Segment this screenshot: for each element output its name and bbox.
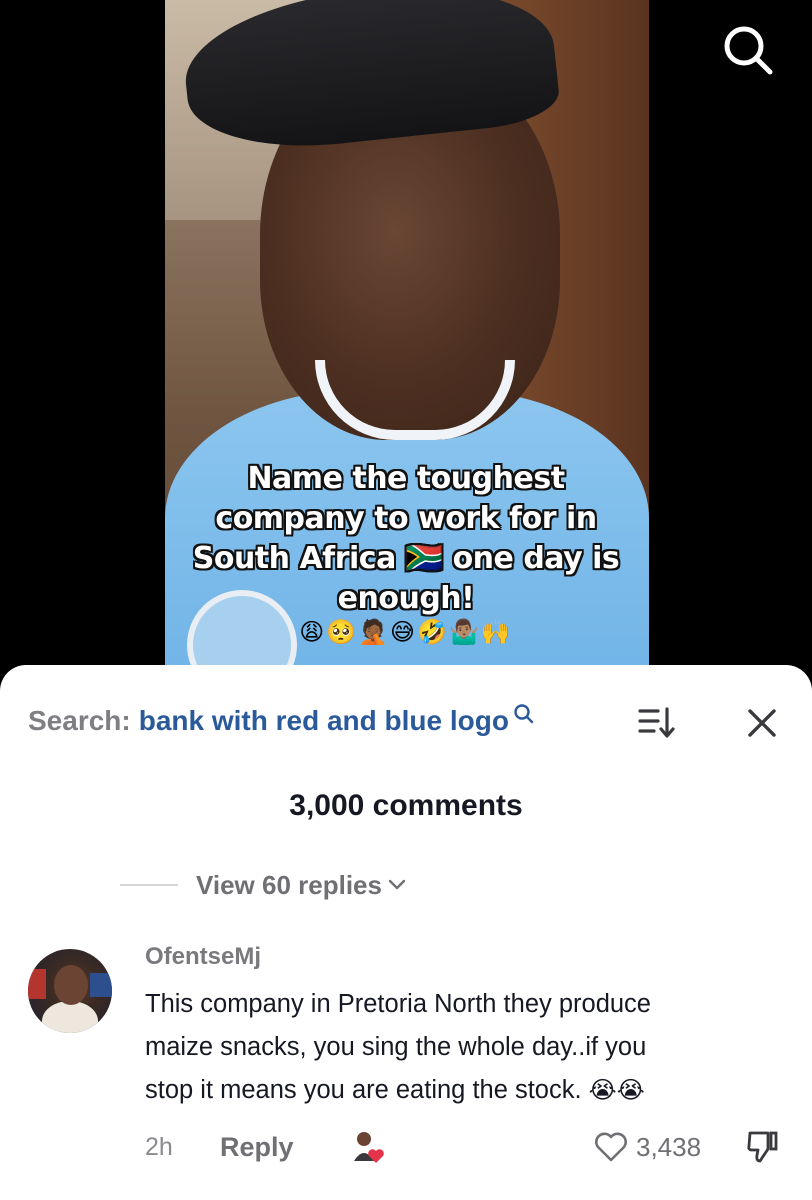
comment-line-3-wrap: stop it means you are eating the stock. … — [145, 1069, 755, 1112]
app-screen: Name the toughest company to work for in… — [0, 0, 812, 1200]
search-query-link[interactable]: bank with red and blue logo — [139, 705, 509, 737]
comment-username[interactable]: OfentseMj — [145, 943, 261, 971]
video-caption-line-1: Name the toughest — [247, 461, 565, 496]
replies-divider — [120, 884, 178, 886]
comment-timestamp: 2h — [145, 1132, 173, 1161]
search-icon[interactable] — [718, 20, 778, 80]
like-button[interactable]: 3,438 — [594, 1127, 701, 1167]
video-caption-line-4: enough! — [337, 581, 475, 616]
thumbs-down-icon[interactable] — [744, 1127, 780, 1167]
reply-button[interactable]: Reply — [220, 1127, 294, 1167]
sort-icon[interactable] — [636, 705, 676, 741]
creator-liked-icon — [354, 1132, 384, 1163]
comment-count: 3,000 comments — [289, 789, 523, 822]
avatar[interactable] — [28, 949, 112, 1033]
comment-body: This company in Pretoria North they prod… — [145, 983, 755, 1112]
view-replies-button[interactable]: View 60 replies — [120, 865, 406, 905]
comment-emojis: 😭😭 — [588, 1077, 645, 1104]
comments-sheet: Search: bank with red and blue logo 3,00… — [0, 665, 812, 1200]
search-prefix-label: Search: — [28, 705, 131, 736]
close-icon[interactable] — [742, 703, 782, 743]
video-player[interactable]: Name the toughest company to work for in… — [0, 0, 812, 700]
comment-line-3: stop it means you are eating the stock. — [145, 1076, 582, 1104]
video-caption-line-3: South Africa 🇿🇦 one day is — [192, 541, 620, 576]
search-icon — [514, 704, 534, 724]
chevron-down-icon — [388, 879, 406, 890]
comment-line-2: maize snacks, you sing the whole day..if… — [145, 1033, 647, 1061]
video-caption-line-2: company to work for in — [215, 501, 597, 536]
comment-line-1: This company in Pretoria North they prod… — [145, 990, 651, 1018]
view-replies-label: View 60 replies — [196, 869, 382, 900]
heart-icon — [595, 1132, 627, 1162]
video-caption-emojis: 😩🥺🤦🏾😅🤣🤷🏽‍♂️🙌 — [299, 619, 513, 646]
like-count: 3,438 — [636, 1131, 702, 1162]
search-suggestion[interactable]: Search: bank with red and blue logo — [28, 701, 535, 741]
